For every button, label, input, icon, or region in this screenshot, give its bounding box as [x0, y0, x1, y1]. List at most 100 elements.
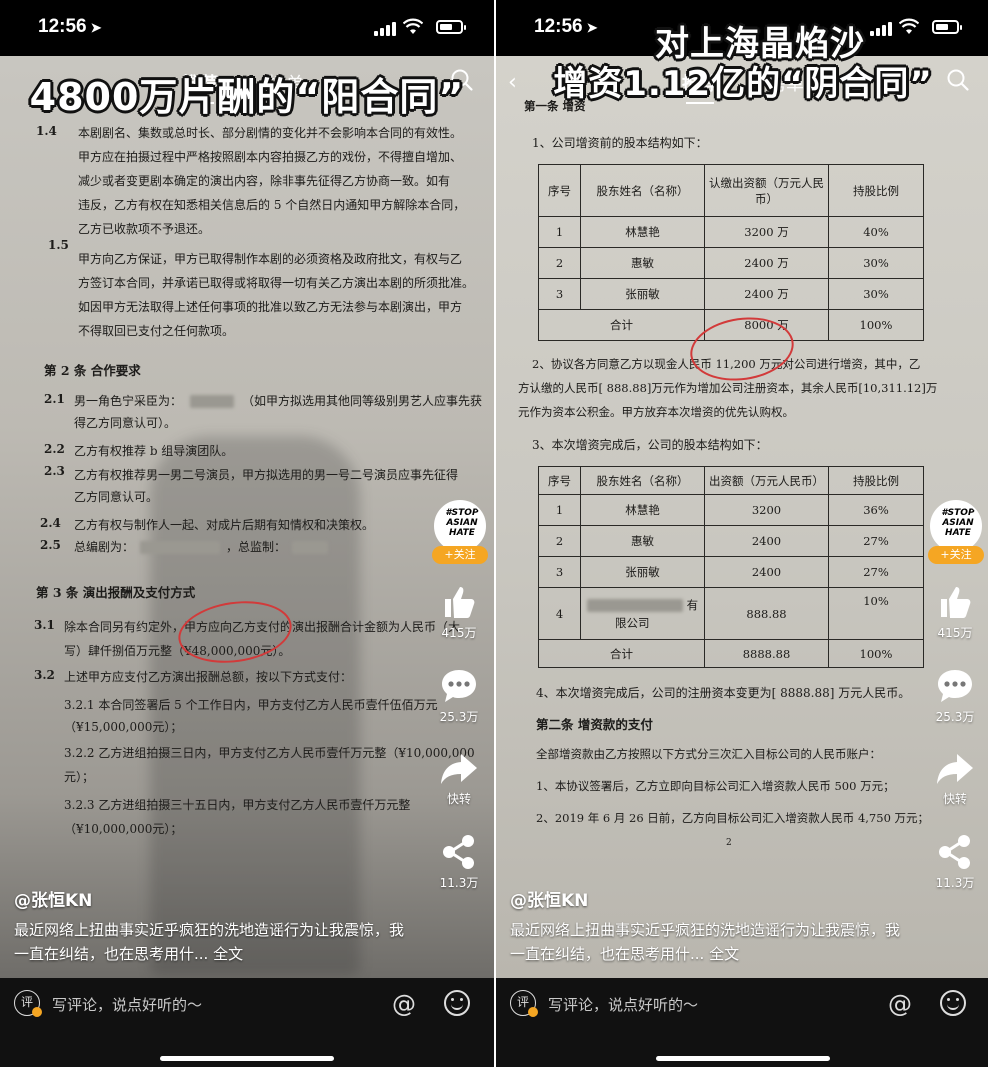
share-count: 11.3万 — [439, 876, 479, 890]
doc-line: 男一角色宁采臣为： （如甲方拟选用其他同等级别男艺人应事先获 — [74, 394, 483, 408]
author-handle[interactable]: @张恒KN — [14, 886, 92, 911]
redacted-name — [292, 541, 329, 554]
table-row: 3 张丽敏 2400 27% — [538, 556, 924, 588]
table-row: 3 张丽敏 2400 万 30% — [538, 278, 924, 310]
table-row: 1 林慧艳 3200 万 40% — [538, 216, 924, 248]
agreement-document: 第一条 增资 1、公司增资前的股本结构如下： 序号 股东姓名（名称） 认缴出资额… — [496, 56, 988, 978]
mention-at-icon[interactable]: @ — [888, 990, 912, 1018]
clause-number: 2.3 — [44, 464, 65, 478]
status-time: 12:56 ➤ — [38, 16, 102, 37]
video-caption[interactable]: 最近网络上扭曲事实近乎疯狂的洗地造谣行为让我震惊，我一直在纠结，也在思考用什..… — [14, 918, 404, 966]
clause-number: 2.4 — [40, 516, 61, 530]
clause-number: 2.5 — [40, 538, 61, 552]
doc-line: 甲方应在拍摄过程中严格按照剧本内容拍摄乙方的戏份，不得擅自增加、 — [78, 150, 463, 164]
table-row: 2 惠敏 2400 万 30% — [538, 247, 924, 279]
table-header: 认缴出资额（万元人民币） — [704, 164, 829, 217]
forward-button[interactable]: 快转 — [920, 750, 988, 807]
table-row: 2 惠敏 2400 27% — [538, 525, 924, 557]
comment-bar: 评 写评论，说点好听的～ @ — [0, 978, 494, 1067]
share-button[interactable]: 11.3万 — [920, 832, 988, 891]
doc-line: 全部增资款由乙方按照以下方式分三次汇入目标公司的人民币账户： — [536, 747, 881, 761]
like-count: 415万 — [441, 626, 477, 640]
clause-number: 3.2 — [34, 668, 55, 682]
doc-line: 如因甲方无法取得上述任何事项的批准以致乙方无法参与本剧演出，甲方 — [78, 300, 463, 314]
forward-arrow-icon — [937, 754, 973, 784]
clause-number: 2.2 — [44, 442, 65, 456]
doc-line: （¥10,000,000元）； — [64, 822, 183, 836]
author-handle[interactable]: @张恒KN — [510, 886, 588, 911]
table-row: 4 有限公司 888.88 10% — [538, 587, 924, 640]
share-button[interactable]: 11.3万 — [424, 832, 494, 891]
table-header: 出资额（万元人民币） — [704, 466, 829, 495]
comment-bar: 评 写评论，说点好听的～ @ — [496, 978, 988, 1067]
table-row: 1 林慧艳 3200 36% — [538, 494, 924, 526]
follow-button[interactable]: +关注 — [432, 546, 488, 564]
doc-line: 3.2.3 乙方进组拍摄三十五日内，甲方支付乙方人民币壹仟万元整 — [64, 798, 411, 812]
avatar-text: #STOP ASIAN HATE — [941, 508, 975, 538]
side-actions: #STOP ASIAN HATE +关注 415万 25.3万 快转 11.3万 — [424, 56, 494, 926]
share-icon — [939, 835, 970, 869]
redacted-name — [190, 395, 235, 408]
share-count: 11.3万 — [935, 876, 975, 890]
equity-table-after: 序号 股东姓名（名称） 出资额（万元人民币） 持股比例 1 林慧艳 3200 36% … — [538, 466, 924, 668]
equity-table-before: 序号 股东姓名（名称） 认缴出资额（万元人民币） 持股比例 1 林慧艳 3200 万… — [538, 164, 924, 341]
doc-line: 1、本协议签署后，乙方立即向目标公司汇入增资款人民币 500 万元； — [536, 779, 895, 793]
emoji-icon[interactable] — [940, 990, 966, 1016]
doc-line: 乙方有权推荐 b 组导演团队。 — [74, 444, 234, 458]
follow-button[interactable]: +关注 — [928, 546, 984, 564]
overlay-title-line2: 增资1.12亿的“阴合同” — [553, 64, 933, 104]
like-button[interactable]: 415万 — [424, 582, 494, 641]
comment-icon — [442, 670, 476, 702]
location-arrow-icon: ➤ — [90, 20, 102, 35]
forward-arrow-icon — [441, 754, 477, 784]
comment-pen-icon: 评 — [510, 990, 538, 1017]
doc-line: 方签订本合同，并承诺已取得或将取得一切有关乙方演出本剧的所须批准。 — [78, 276, 475, 290]
author-avatar[interactable]: #STOP ASIAN HATE — [930, 500, 982, 552]
like-button[interactable]: 415万 — [920, 582, 988, 641]
share-icon — [443, 835, 474, 869]
doc-line: 乙方同意认可。 — [74, 490, 159, 504]
doc-line: 2、2019 年 6 月 26 日前，乙方向目标公司汇入增资款人民币 4,750… — [536, 811, 930, 825]
doc-line: 上述甲方应支付乙方演出报酬总额，按以下方式支付： — [64, 670, 353, 684]
battery-icon — [436, 20, 466, 34]
doc-line: 总编剧为： ，总监制： — [74, 538, 329, 555]
comment-count: 25.3万 — [439, 710, 479, 724]
table-header: 持股比例 — [828, 466, 924, 495]
comment-pen-icon: 评 — [14, 990, 42, 1017]
right-screen: 12:56 ➤ 第一条 增资 1、公司增资前的股本结构如下： 序号 股东姓名（名称… — [496, 0, 988, 1067]
table-header-row: 序号 股东姓名（名称） 认缴出资额（万元人民币） 持股比例 — [538, 164, 924, 217]
video-content[interactable]: 第一条 增资 1、公司增资前的股本结构如下： 序号 股东姓名（名称） 认缴出资额… — [496, 56, 988, 978]
thumbs-up-icon — [941, 587, 971, 618]
doc-line: 违反，乙方有权在知悉相关信息后的 5 个自然日内通知甲方解除本合同， — [78, 198, 466, 212]
thumbs-up-icon — [445, 587, 475, 618]
author-avatar[interactable]: #STOP ASIAN HATE — [434, 500, 486, 552]
comment-button[interactable]: 25.3万 — [424, 666, 494, 725]
doc-line: 本剧剧名、集数或总时长、部分剧情的变化并不会影响本合同的有效性。 — [78, 126, 463, 140]
redacted-name — [140, 541, 221, 554]
video-caption[interactable]: 最近网络上扭曲事实近乎疯狂的洗地造谣行为让我震惊，我一直在纠结，也在思考用什..… — [510, 918, 900, 966]
comment-input[interactable]: 写评论，说点好听的～ — [52, 994, 202, 1015]
status-bar: 12:56 ➤ — [0, 0, 494, 56]
doc-line: 3.2.2 乙方进组拍摄三日内，甲方支付乙方人民币壹仟万元整（¥10,000,0… — [64, 746, 475, 760]
doc-line: 4、本次增资完成后，公司的注册资本变更为[ 8888.88] 万元人民币。 — [536, 686, 911, 700]
comment-button[interactable]: 25.3万 — [920, 666, 988, 725]
table-header: 序号 — [538, 466, 581, 495]
mention-at-icon[interactable]: @ — [392, 990, 416, 1018]
comment-count: 25.3万 — [935, 710, 975, 724]
table-header: 序号 — [538, 164, 581, 217]
wifi-icon — [403, 18, 423, 34]
contract-document: 1.4 本剧剧名、集数或总时长、部分剧情的变化并不会影响本合同的有效性。 甲方应… — [0, 56, 494, 978]
video-content[interactable]: 1.4 本剧剧名、集数或总时长、部分剧情的变化并不会影响本合同的有效性。 甲方应… — [0, 56, 494, 978]
table-header: 持股比例 — [828, 164, 924, 217]
table-total-row: 合计 8888.88 100% — [538, 639, 924, 668]
section-heading: 第二条 增资款的支付 — [536, 717, 653, 732]
doc-line: 减少或者变更剧本确定的演出内容，除非事先征得乙方协商一致。如有 — [78, 174, 451, 188]
doc-line: 元）； — [64, 770, 95, 784]
forward-button[interactable]: 快转 — [424, 750, 494, 807]
emoji-icon[interactable] — [444, 990, 470, 1016]
redacted-name — [587, 599, 683, 612]
doc-line: 乙方已收款项不予退还。 — [78, 222, 211, 236]
comment-input[interactable]: 写评论，说点好听的～ — [548, 994, 698, 1015]
section-heading: 第 2 条 合作要求 — [44, 363, 141, 378]
doc-line: 方认缴的人民币[ 888.88]万元作为增加公司注册资本，其余人民币[10,31… — [518, 381, 938, 395]
